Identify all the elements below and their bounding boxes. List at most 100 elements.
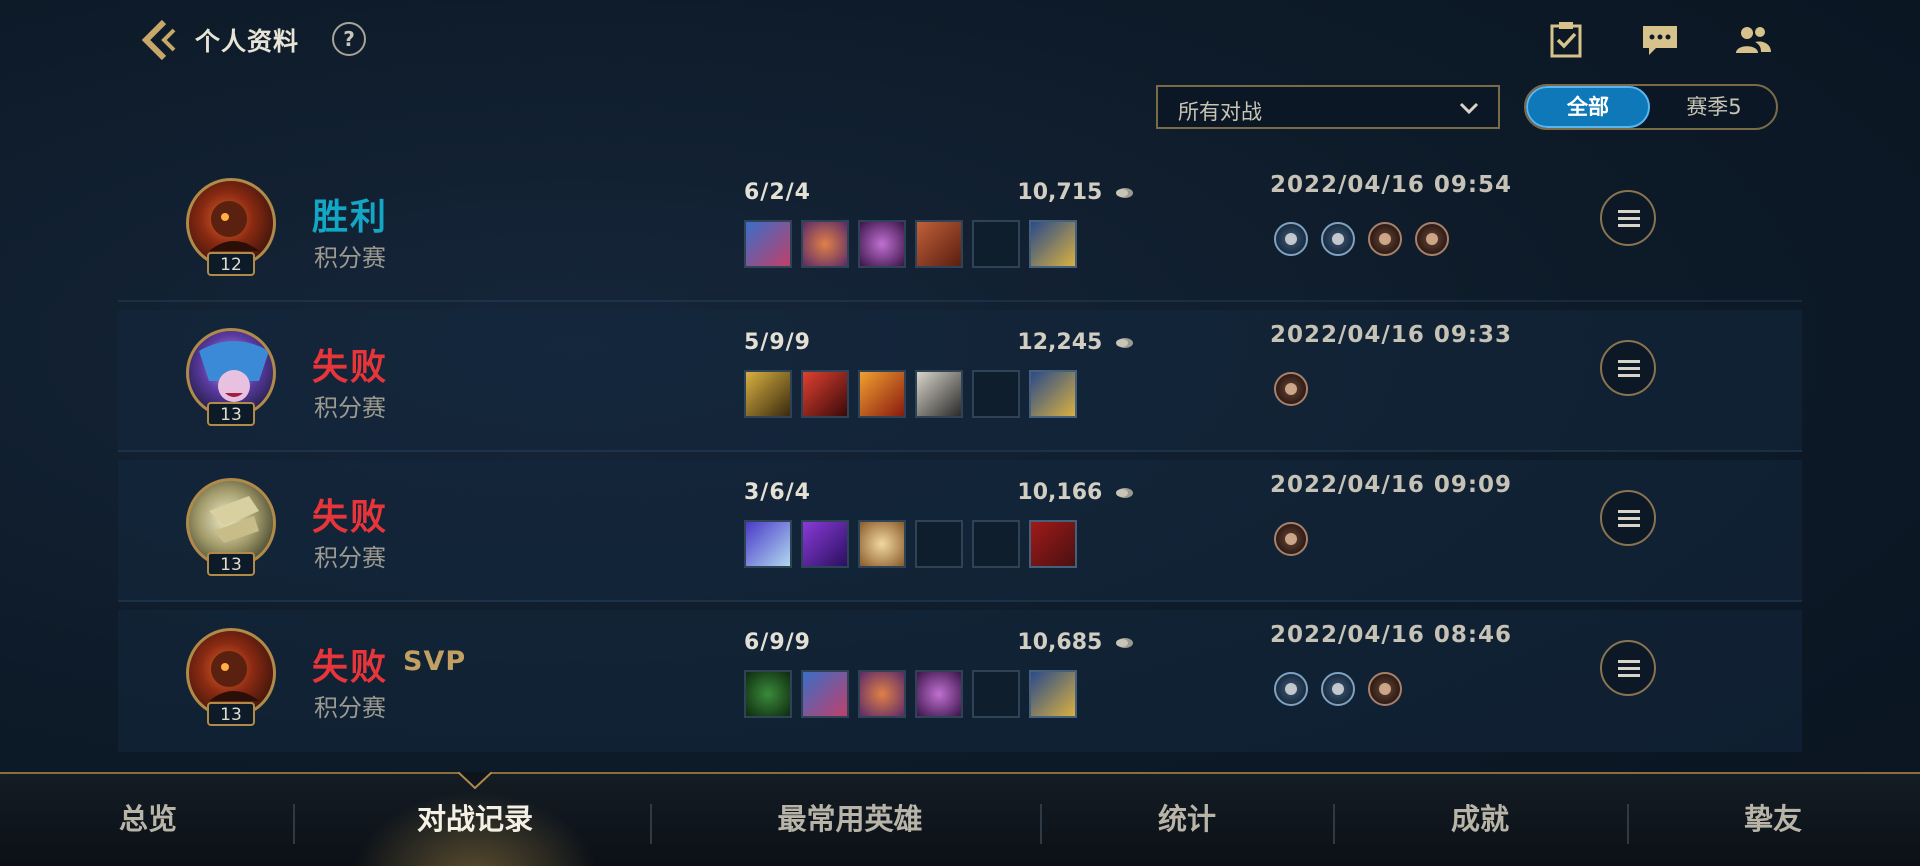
divider [293,804,295,844]
champion-level: 13 [207,702,255,726]
match-date: 2022/04/16 09:33 [1270,322,1513,348]
match-date: 2022/04/16 08:46 [1270,622,1513,648]
back-button[interactable] [138,18,182,62]
trinket-slot[interactable] [1029,670,1077,718]
match-filter-select[interactable]: 所有对战 [1156,85,1500,129]
gold-earned: 12,245 [964,330,1134,355]
item-slot-empty[interactable] [972,370,1020,418]
item-slot[interactable] [915,370,963,418]
divider [1040,804,1042,844]
gold-earned: 10,166 [964,480,1134,505]
champion-level: 13 [207,552,255,576]
medal-icon [1321,222,1355,256]
trinket-slot[interactable] [1029,520,1077,568]
match-date: 2022/04/16 09:54 [1270,172,1513,198]
item-slot[interactable] [858,370,906,418]
chevron-down-icon [1459,102,1479,115]
medal-icon [1321,672,1355,706]
item-slot[interactable] [801,670,849,718]
item-slot-empty[interactable] [972,220,1020,268]
item-slot[interactable] [801,370,849,418]
match-result: 失败 [312,347,389,388]
match-details-button[interactable] [1600,640,1656,696]
item-slot[interactable] [801,520,849,568]
friends-icon [1736,27,1771,53]
item-slot[interactable] [744,520,792,568]
gold-value: 12,245 [1017,330,1103,355]
match-details-button[interactable] [1600,190,1656,246]
svp-badge: SVP [403,646,467,677]
match-details-button[interactable] [1600,340,1656,396]
divider [1333,804,1335,844]
gold-coin-icon [1116,188,1133,198]
divider [1627,804,1629,844]
divider [118,300,1802,302]
item-slot-empty[interactable] [915,520,963,568]
game-mode: 积分赛 [314,544,386,572]
medal-icon [1368,222,1402,256]
match-row[interactable]: 12 胜利 积分赛 6/2/4 10,715 2022/04/16 09:54 [118,160,1802,302]
item-slot[interactable] [915,220,963,268]
back-chevron-icon [141,19,176,61]
kda: 6/9/9 [744,630,811,655]
kda: 3/6/4 [744,480,811,505]
item-slot[interactable] [915,670,963,718]
match-row[interactable]: 13 失败 积分赛 3/6/4 10,166 2022/04/16 09:09 [118,460,1802,602]
match-row[interactable]: 13 失败 SVP 积分赛 6/9/9 10,685 2022/04/16 08… [118,610,1802,752]
gold-value: 10,715 [1017,180,1103,205]
game-mode: 积分赛 [314,244,386,272]
active-tab-marker-icon [458,772,492,790]
clipboard-check-icon [1550,22,1582,58]
tab-achievements[interactable]: 成就 [1420,796,1540,838]
item-slot[interactable] [858,220,906,268]
divider [118,600,1802,602]
segment-season-5[interactable]: 赛季5 [1652,86,1776,128]
match-result: 胜利 [312,197,389,238]
match-filter-value: 所有对战 [1178,100,1262,124]
gold-coin-icon [1116,638,1133,648]
divider [650,804,652,844]
chat-button[interactable] [1640,20,1680,60]
gold-coin-icon [1116,488,1133,498]
kda: 5/9/9 [744,330,811,355]
game-mode: 积分赛 [314,694,386,722]
item-slot[interactable] [858,520,906,568]
item-slot[interactable] [744,670,792,718]
medal-icon [1274,372,1308,406]
chat-icon [1643,26,1677,55]
tab-overview[interactable]: 总览 [88,796,208,838]
tab-most-played-champions[interactable]: 最常用英雄 [740,796,960,838]
match-result: 失败 [312,647,389,688]
friends-button[interactable] [1733,20,1773,60]
medal-icon [1274,672,1308,706]
item-slot-empty[interactable] [972,670,1020,718]
medal-icon [1368,672,1402,706]
gold-value: 10,166 [1017,480,1103,505]
bottom-nav: 总览 对战记录 最常用英雄 统计 成就 挚友 [0,772,1920,866]
item-slot[interactable] [858,670,906,718]
match-details-button[interactable] [1600,490,1656,546]
divider [118,450,1802,452]
tab-best-friends[interactable]: 挚友 [1713,796,1833,838]
item-slot[interactable] [801,220,849,268]
game-mode: 积分赛 [314,394,386,422]
match-row[interactable]: 13 失败 积分赛 5/9/9 12,245 2022/04/16 09:33 [118,310,1802,452]
segment-all[interactable]: 全部 [1526,86,1650,128]
tab-match-history[interactable]: 对战记录 [380,796,570,838]
page-title: 个人资料 [195,27,300,56]
item-slot[interactable] [744,370,792,418]
match-result: 失败 [312,497,389,538]
season-segmented-control: 全部 赛季5 [1524,84,1778,130]
champion-level: 13 [207,402,255,426]
medal-icon [1415,222,1449,256]
help-button[interactable]: ? [332,22,366,56]
missions-button[interactable] [1546,20,1586,60]
gold-earned: 10,715 [964,180,1134,205]
trinket-slot[interactable] [1029,220,1077,268]
item-slot-empty[interactable] [972,520,1020,568]
trinket-slot[interactable] [1029,370,1077,418]
item-slot[interactable] [744,220,792,268]
medal-icon [1274,222,1308,256]
tab-statistics[interactable]: 统计 [1127,796,1247,838]
gold-value: 10,685 [1017,630,1103,655]
